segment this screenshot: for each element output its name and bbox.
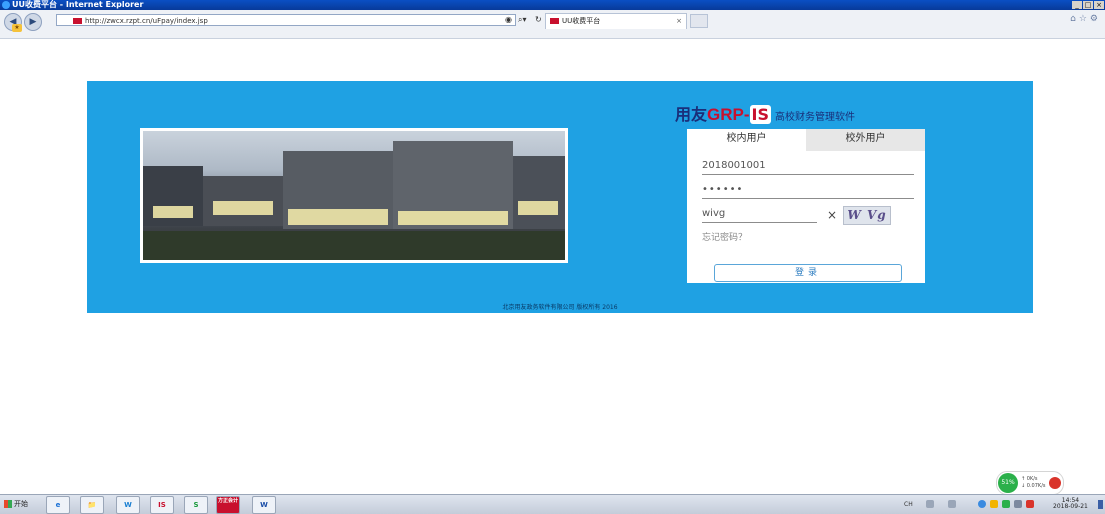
volume-icon[interactable] bbox=[1014, 500, 1022, 508]
login-panel: 校内用户 校外用户 2018001001 •••••• wivg × W Vg … bbox=[687, 129, 925, 283]
new-tab-button[interactable] bbox=[690, 14, 708, 28]
url-field[interactable]: http://zwcx.rzpt.cn/uFpay/index.jsp bbox=[56, 14, 516, 26]
captcha-image[interactable]: W Vg bbox=[843, 206, 891, 225]
minimize-button[interactable]: _ bbox=[1072, 1, 1082, 9]
network-icon[interactable] bbox=[978, 500, 986, 508]
system-clock[interactable]: 14:54 2018-09-21 bbox=[1053, 498, 1088, 510]
cpu-gauge: 51% bbox=[998, 473, 1018, 493]
login-banner: 用友GRP- IS 高校财务管理软件 校内用户 校外用户 2018001001 ••… bbox=[87, 81, 1033, 313]
window-title: UU收费平台 - Internet Explorer bbox=[12, 0, 144, 9]
show-desktop-button[interactable] bbox=[1098, 500, 1103, 509]
start-label: 开始 bbox=[14, 500, 28, 508]
download-speed: ↓ 0.07K/s bbox=[1021, 483, 1046, 489]
ie-icon bbox=[2, 1, 10, 9]
product-subtitle: 高校财务管理软件 bbox=[775, 112, 856, 123]
brand-name: 用友 bbox=[675, 105, 708, 124]
grp-text: GRP bbox=[707, 105, 744, 124]
home-icon[interactable]: ⌂ bbox=[1070, 14, 1079, 24]
copyright-text: 北京用友政务软件有限公司 版权所有 2016 bbox=[502, 304, 618, 311]
compat-view-icon[interactable]: ◉ bbox=[505, 14, 512, 26]
taskbar-accounting-icon[interactable]: 方正会计 bbox=[216, 496, 240, 514]
tab-internal-user[interactable]: 校内用户 bbox=[687, 129, 806, 151]
window-title-bar: UU收费平台 - Internet Explorer _ □ × bbox=[0, 0, 1105, 10]
captcha-input[interactable]: wivg bbox=[702, 206, 817, 223]
system-tray: CH 14:54 2018-09-21 bbox=[898, 496, 1105, 513]
forward-button[interactable]: ▶ bbox=[24, 13, 42, 31]
is-logo: IS bbox=[749, 105, 772, 124]
security-icon[interactable] bbox=[990, 500, 998, 508]
taskbar-wps-sheet-icon[interactable]: S bbox=[184, 496, 208, 514]
favorites-bar-icon[interactable]: ★ bbox=[12, 24, 22, 32]
close-window-button[interactable]: × bbox=[1094, 1, 1104, 9]
url-text: http://zwcx.rzpt.cn/uFpay/index.jsp bbox=[85, 17, 208, 25]
tray-app-icon[interactable] bbox=[1026, 500, 1034, 508]
forgot-password-link[interactable]: 忘记密码？ bbox=[702, 230, 747, 243]
username-field[interactable]: 2018001001 bbox=[702, 158, 914, 175]
gear-icon[interactable]: ⚙ bbox=[1090, 14, 1101, 24]
taskbar-is-icon[interactable]: IS bbox=[150, 496, 174, 514]
upload-speed: ↑ 0K/s bbox=[1021, 476, 1038, 482]
taskbar-wps-writer-icon[interactable]: W bbox=[116, 496, 140, 514]
tray-icon[interactable] bbox=[948, 500, 956, 508]
ie-tray-icon[interactable] bbox=[1002, 500, 1010, 508]
product-logo: 用友GRP- IS 高校财务管理软件 bbox=[675, 101, 855, 125]
clear-captcha-icon[interactable]: × bbox=[827, 208, 837, 222]
taskbar: 开始 e 📁 W IS S 方正会计 W CH 14:54 2018-09-21 bbox=[0, 494, 1105, 514]
clock-date: 2018-09-21 bbox=[1053, 503, 1088, 510]
logo-dash: - bbox=[743, 105, 750, 124]
window-controls: _ □ × bbox=[1072, 1, 1104, 9]
network-speed-widget[interactable]: 51% ↑ 0K/s ↓ 0.07K/s bbox=[996, 471, 1064, 495]
taskbar-word-icon[interactable]: W bbox=[252, 496, 276, 514]
refresh-icon[interactable]: ↻ bbox=[535, 14, 542, 26]
maximize-button[interactable]: □ bbox=[1083, 1, 1093, 9]
toolbar-icons: ⌂☆⚙ bbox=[1070, 14, 1101, 24]
taskbar-ie-icon[interactable]: e bbox=[46, 496, 70, 514]
campus-photo bbox=[140, 128, 568, 263]
taskbar-folder-icon[interactable]: 📁 bbox=[80, 496, 104, 514]
app-bird-icon bbox=[1049, 477, 1061, 489]
password-field[interactable]: •••••• bbox=[702, 182, 914, 199]
favorites-icon[interactable]: ☆ bbox=[1079, 14, 1090, 24]
tab-close-icon[interactable]: × bbox=[676, 14, 682, 29]
user-type-tabs: 校内用户 校外用户 bbox=[687, 129, 925, 151]
tab-favicon bbox=[550, 18, 559, 24]
windows-flag-icon bbox=[4, 500, 12, 508]
search-icon[interactable]: ⌕▾ bbox=[518, 14, 527, 26]
language-indicator[interactable]: CH bbox=[904, 501, 913, 508]
tab-title: UU收费平台 bbox=[562, 17, 601, 25]
start-button[interactable]: 开始 bbox=[4, 497, 28, 511]
address-bar: ◀ ▶ http://zwcx.rzpt.cn/uFpay/index.jsp … bbox=[0, 10, 1105, 39]
tab-uu-platform[interactable]: UU收费平台 × bbox=[545, 13, 687, 29]
tab-external-user[interactable]: 校外用户 bbox=[806, 129, 925, 151]
login-button[interactable]: 登录 bbox=[714, 264, 902, 282]
site-favicon bbox=[73, 18, 82, 24]
keyboard-icon[interactable] bbox=[926, 500, 934, 508]
